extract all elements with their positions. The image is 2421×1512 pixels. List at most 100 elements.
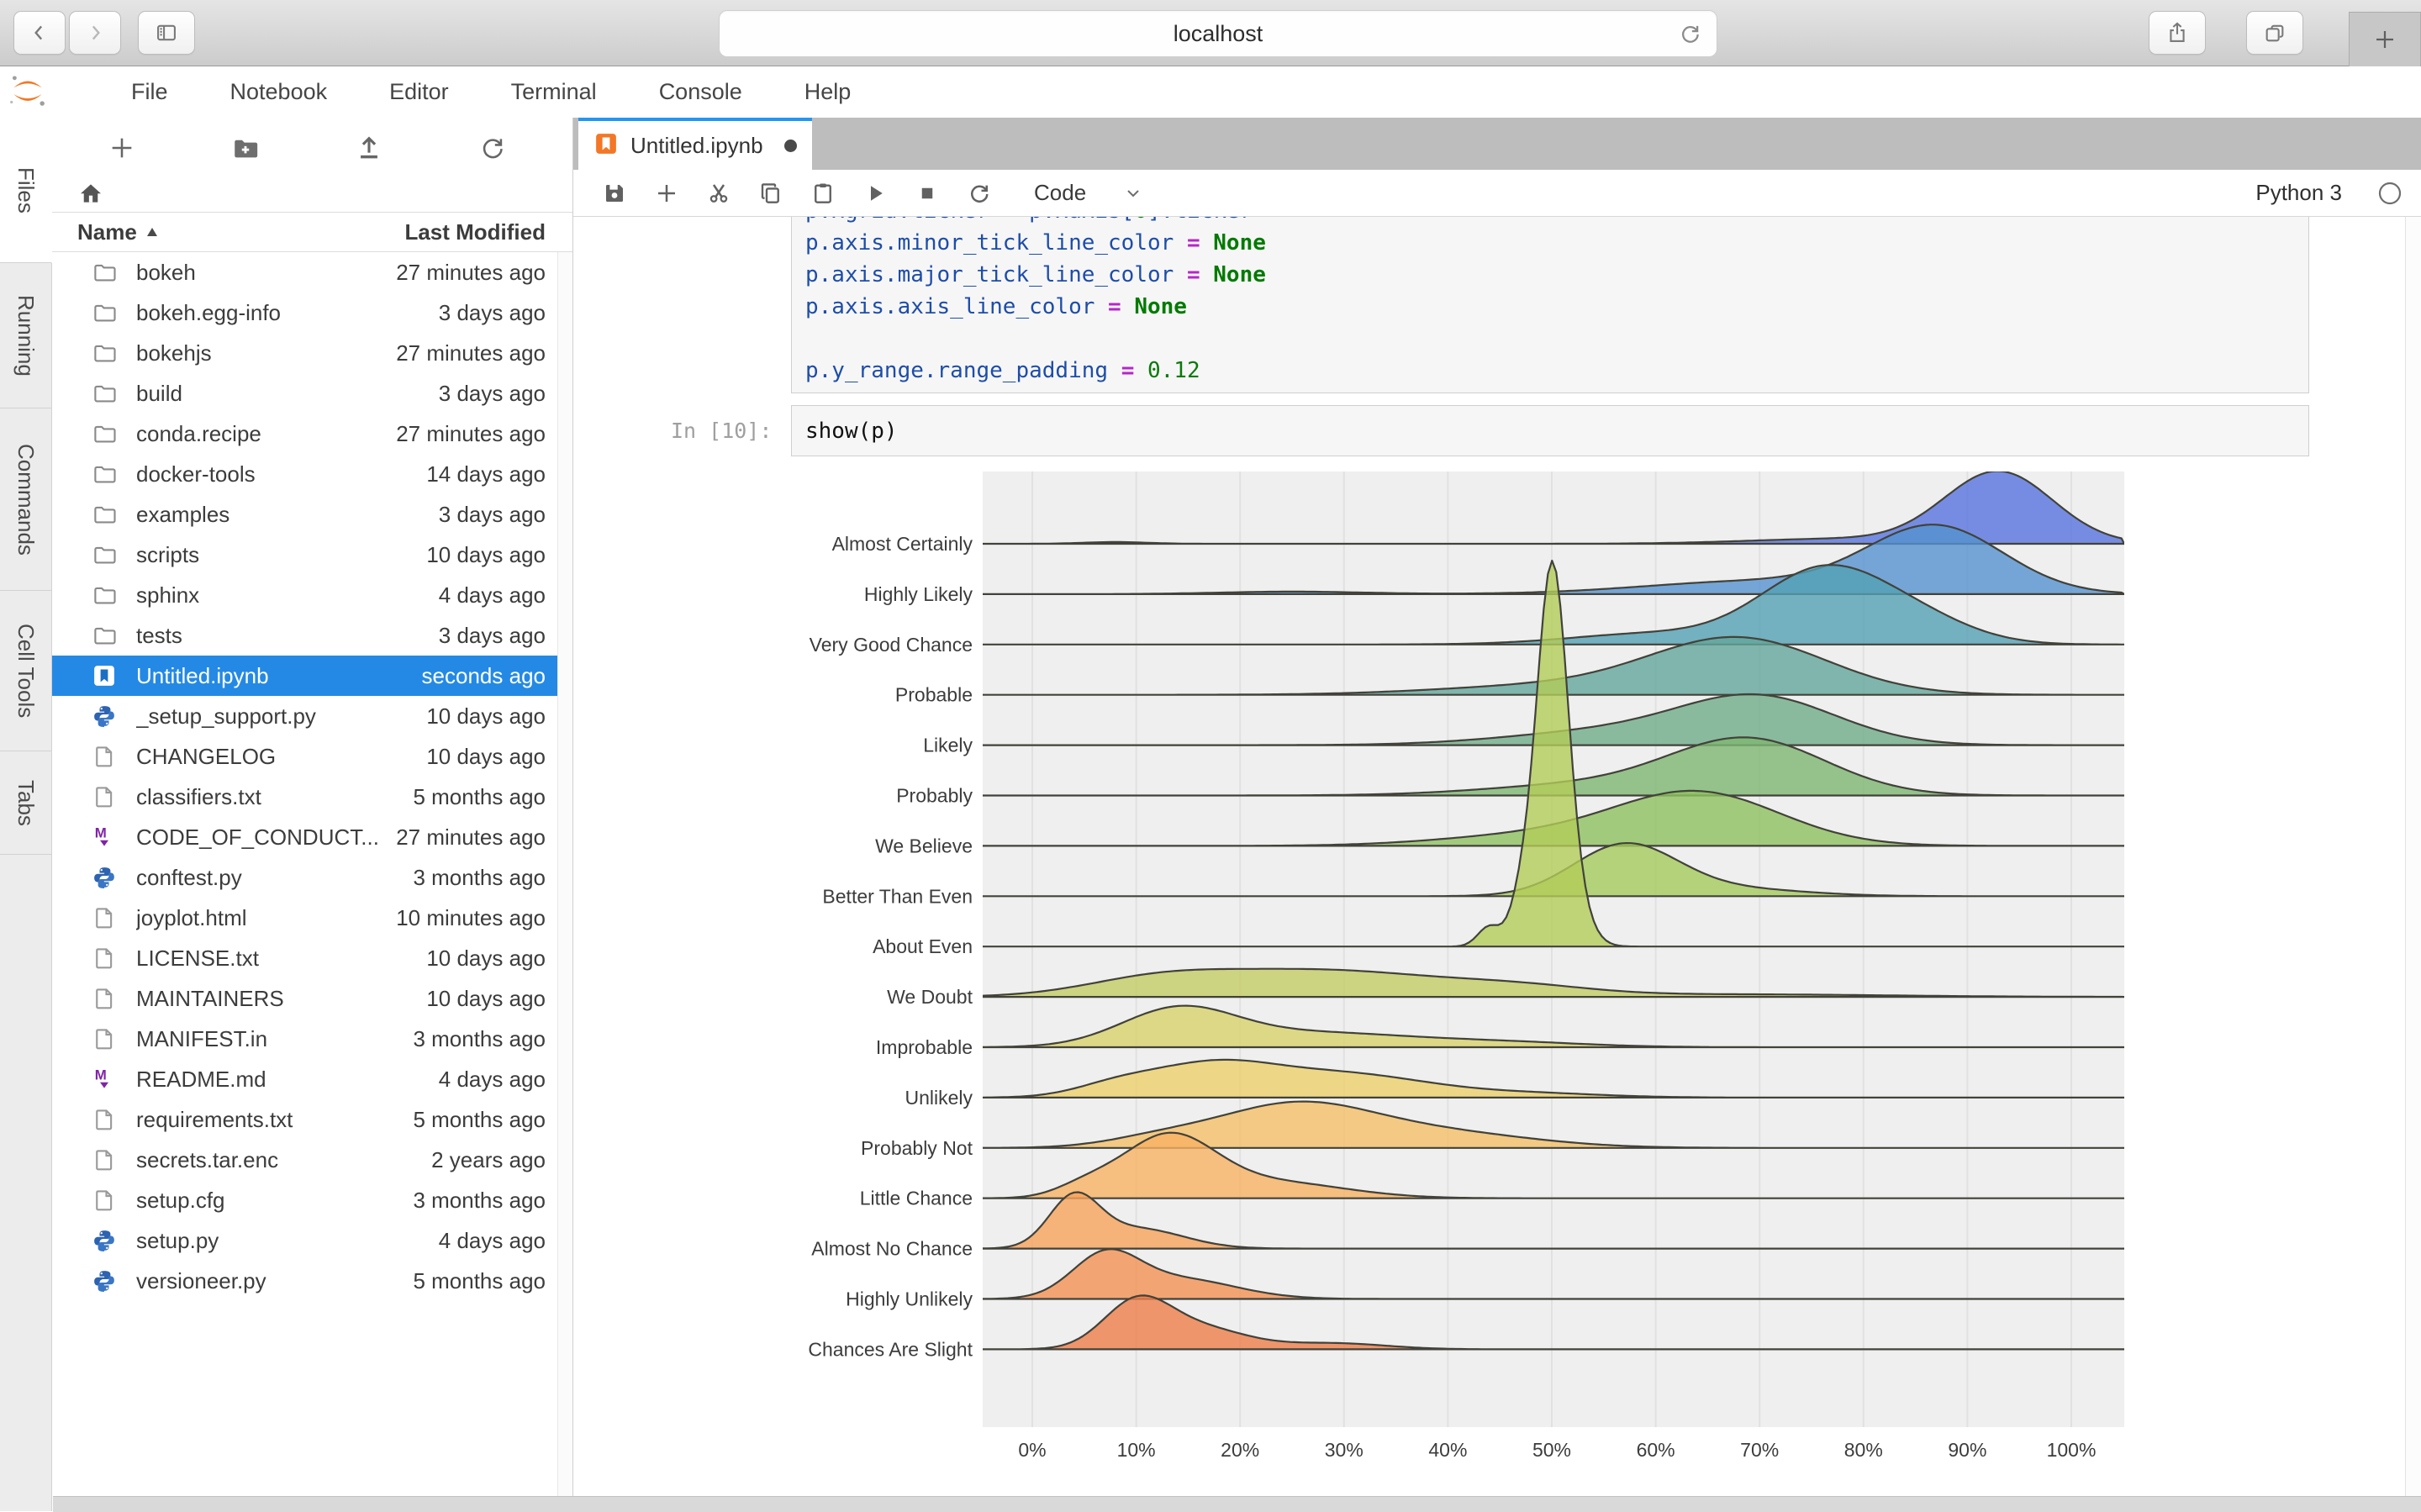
markdown-icon: M: [91, 1066, 118, 1093]
save-button[interactable]: [588, 174, 641, 213]
folder-icon: [91, 340, 118, 366]
file-modified-time: 10 days ago: [426, 744, 546, 770]
cell-type-chevron[interactable]: [1123, 183, 1143, 203]
column-name[interactable]: Name: [77, 219, 137, 245]
file-row[interactable]: Untitled.ipynbseconds ago: [52, 656, 572, 696]
file-icon: [91, 945, 118, 972]
copy-button[interactable]: [745, 174, 797, 213]
notebook-tab-bar: Untitled.ipynb: [573, 118, 2421, 170]
x-tick-label: 10%: [1117, 1439, 1156, 1461]
browser-new-tab-button[interactable]: [2349, 12, 2421, 66]
file-row[interactable]: requirements.txt5 months ago: [52, 1099, 572, 1140]
file-name: setup.cfg: [136, 1188, 403, 1214]
sidebar-tab-tabs[interactable]: Tabs: [0, 751, 52, 855]
folder-icon: [91, 541, 118, 568]
menu-item-editor[interactable]: Editor: [389, 79, 449, 105]
file-row[interactable]: bokeh27 minutes ago: [52, 252, 572, 292]
code-line: show(p): [805, 415, 898, 447]
browser-forward-button[interactable]: [69, 11, 121, 55]
reload-icon[interactable]: [1678, 20, 1703, 45]
file-row[interactable]: sphinx4 days ago: [52, 575, 572, 615]
browser-share-button[interactable]: [2149, 11, 2206, 55]
menu-items: File Notebook Editor Terminal Console Help: [131, 79, 851, 105]
insert-button[interactable]: [641, 174, 693, 213]
file-name: secrets.tar.enc: [136, 1147, 421, 1173]
file-modified-time: 3 days ago: [439, 300, 546, 326]
python-icon: [91, 1227, 118, 1254]
file-row[interactable]: MANIFEST.in3 months ago: [52, 1019, 572, 1059]
restart-button[interactable]: [953, 174, 1005, 213]
plus-button[interactable]: [103, 129, 140, 166]
file-modified-time: 5 months ago: [413, 784, 546, 810]
stop-button[interactable]: [901, 174, 953, 213]
file-icon: [91, 1025, 118, 1052]
file-row[interactable]: _setup_support.py10 days ago: [52, 696, 572, 736]
code-line: [805, 323, 2308, 355]
file-modified-time: 5 months ago: [413, 1107, 546, 1133]
sidebar-tab-cell-tools[interactable]: Cell Tools: [0, 591, 52, 751]
file-row[interactable]: conda.recipe27 minutes ago: [52, 414, 572, 454]
new-folder-button[interactable]: [227, 129, 264, 166]
file-row[interactable]: examples3 days ago: [52, 494, 572, 535]
y-tick-label: Chances Are Slight: [808, 1338, 973, 1360]
kernel-name[interactable]: Python 3: [2255, 180, 2342, 206]
file-row[interactable]: bokeh.egg-info3 days ago: [52, 292, 572, 333]
browser-back-button[interactable]: [13, 11, 66, 55]
y-tick-label: Probably Not: [861, 1137, 973, 1159]
file-modified-time: 10 minutes ago: [396, 905, 546, 931]
menu-item-file[interactable]: File: [131, 79, 168, 105]
file-name: README.md: [136, 1067, 429, 1093]
cell-type-select[interactable]: Code: [1034, 180, 1086, 206]
file-list-scrollbar[interactable]: [557, 252, 572, 1511]
file-name: CHANGELOG: [136, 744, 416, 770]
file-icon: [91, 985, 118, 1012]
code-cell-show[interactable]: show(p): [791, 405, 2309, 456]
file-row[interactable]: CHANGELOG 10 days ago: [52, 736, 572, 777]
file-name: setup.py: [136, 1228, 429, 1254]
file-row[interactable]: setup.py4 days ago: [52, 1220, 572, 1261]
sidebar-tab-commands[interactable]: Commands: [0, 408, 52, 591]
cut-button[interactable]: [693, 174, 745, 213]
file-row[interactable]: tests3 days ago: [52, 615, 572, 656]
file-row[interactable]: LICENSE.txt10 days ago: [52, 938, 572, 978]
menu-item-help[interactable]: Help: [804, 79, 852, 105]
notebook-scrollbar[interactable]: [2405, 217, 2421, 1511]
run-button[interactable]: [849, 174, 901, 213]
file-list: bokeh27 minutes agobokeh.egg-info3 days …: [52, 252, 572, 1511]
file-row[interactable]: classifiers.txt5 months ago: [52, 777, 572, 817]
sidebar-tab-files[interactable]: Files: [0, 118, 52, 263]
file-row[interactable]: bokehjs27 minutes ago: [52, 333, 572, 373]
tab-untitled-ipynb[interactable]: Untitled.ipynb: [578, 118, 812, 170]
file-row[interactable]: setup.cfg3 months ago: [52, 1180, 572, 1220]
svg-text:M: M: [95, 825, 107, 841]
browser-tab-overview-button[interactable]: [2246, 11, 2303, 55]
file-icon: [91, 904, 118, 931]
sidebar-icon: [155, 21, 178, 45]
column-last-modified[interactable]: Last Modified: [404, 219, 546, 245]
kernel-status-icon[interactable]: [2377, 181, 2403, 206]
jupyterlab-in-safari: { "browser": { "url": "localhost", "butt…: [0, 0, 2421, 1511]
file-row[interactable]: versioneer.py5 months ago: [52, 1261, 572, 1301]
file-row[interactable]: MCODE_OF_CONDUCT...27 minutes ago: [52, 817, 572, 857]
menu-item-notebook[interactable]: Notebook: [230, 79, 328, 105]
refresh-button[interactable]: [474, 129, 511, 166]
file-row[interactable]: MAINTAINERS10 days ago: [52, 978, 572, 1019]
file-row[interactable]: docker-tools14 days ago: [52, 454, 572, 494]
file-row[interactable]: MREADME.md4 days ago: [52, 1059, 572, 1099]
file-row[interactable]: conftest.py3 months ago: [52, 857, 572, 898]
address-bar[interactable]: localhost: [719, 10, 1717, 57]
browser-sidebar-button[interactable]: [138, 11, 195, 55]
sidebar-tab-running[interactable]: Running: [0, 263, 52, 408]
file-row[interactable]: secrets.tar.enc2 years ago: [52, 1140, 572, 1180]
upload-button[interactable]: [351, 129, 388, 166]
file-row[interactable]: scripts10 days ago: [52, 535, 572, 575]
menu-item-terminal[interactable]: Terminal: [511, 79, 597, 105]
horizontal-scrollbar-track[interactable]: [53, 1496, 2421, 1512]
home-button[interactable]: [72, 175, 109, 212]
file-name: CODE_OF_CONDUCT...: [136, 824, 386, 851]
file-row[interactable]: build3 days ago: [52, 373, 572, 414]
menu-item-console[interactable]: Console: [659, 79, 742, 105]
file-row[interactable]: joyplot.html10 minutes ago: [52, 898, 572, 938]
paste-button[interactable]: [797, 174, 849, 213]
code-cell-scrolled[interactable]: p.xgrid.ticker = p.xaxis[0].tickerp.axis…: [791, 217, 2309, 393]
